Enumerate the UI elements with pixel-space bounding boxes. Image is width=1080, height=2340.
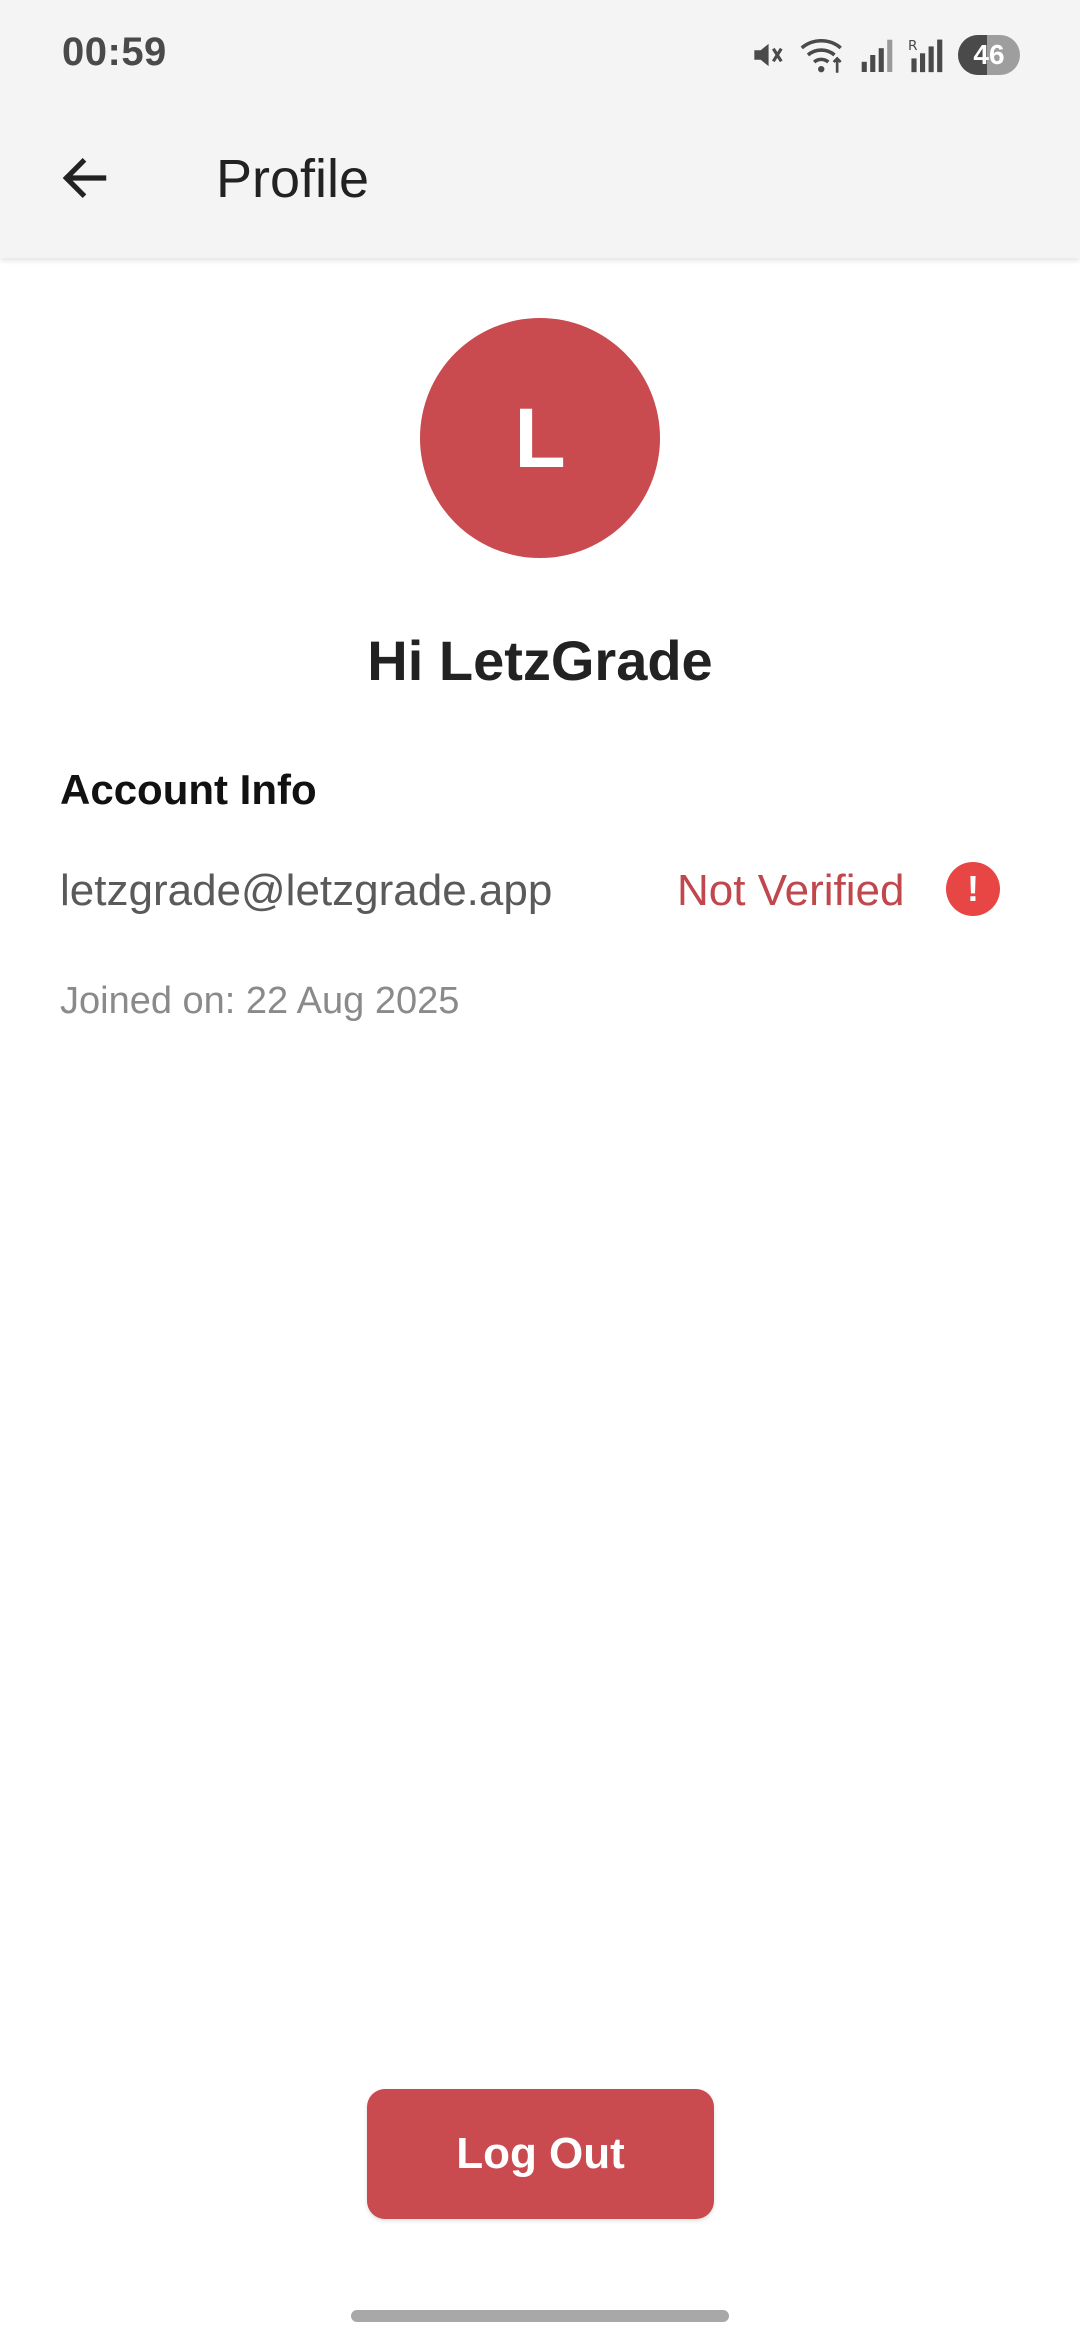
avatar: L	[420, 318, 660, 558]
back-button[interactable]	[40, 135, 130, 225]
status-icons: R 46	[748, 30, 1020, 80]
arrow-left-icon	[57, 150, 113, 211]
status-bar: 00:59 R 46	[0, 0, 1080, 110]
status-time: 00:59	[62, 30, 167, 74]
wifi-icon	[800, 35, 846, 75]
joined-date: Joined on: 22 Aug 2025	[60, 980, 460, 1022]
signal-roaming-icon: R	[908, 36, 944, 74]
account-info-title: Account Info	[60, 766, 317, 813]
greeting: Hi LetzGrade	[367, 629, 713, 692]
home-indicator[interactable]	[351, 2310, 729, 2322]
alert-circle-icon[interactable]: !	[946, 862, 1000, 916]
account-email: letzgrade@letzgrade.app	[60, 866, 553, 915]
verification-status[interactable]: Not Verified	[677, 866, 904, 916]
page-title: Profile	[216, 149, 370, 209]
battery-level: 46	[973, 39, 1005, 70]
signal-icon	[860, 36, 894, 74]
battery-icon: 46	[958, 35, 1020, 75]
avatar-letter: L	[514, 390, 566, 485]
svg-text:R: R	[908, 38, 918, 54]
top-area: 00:59 R 46 Profile	[0, 0, 1080, 258]
logout-button[interactable]: Log Out	[367, 2089, 714, 2219]
app-bar: Profile	[0, 110, 1080, 258]
mute-icon	[748, 36, 786, 74]
